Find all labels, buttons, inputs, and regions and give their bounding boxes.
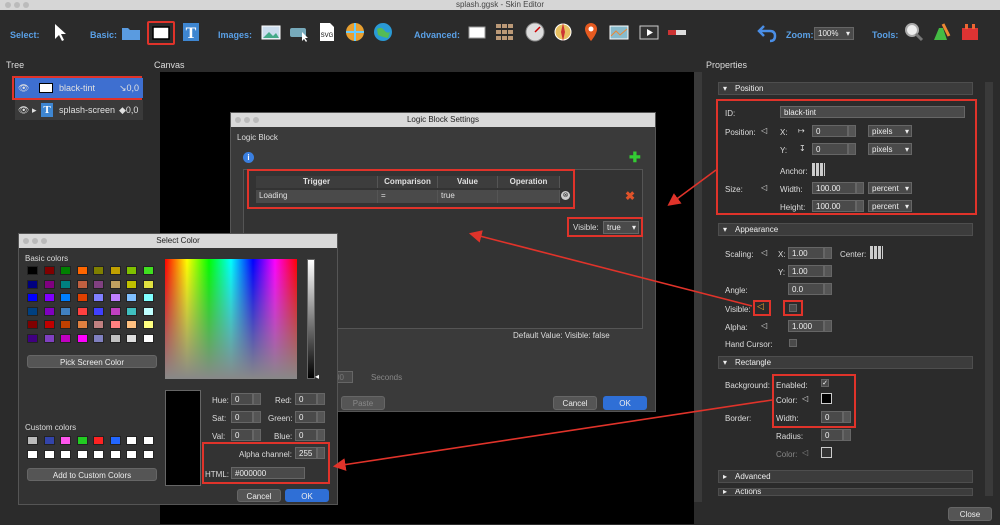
annotation-arrows (332, 169, 773, 471)
